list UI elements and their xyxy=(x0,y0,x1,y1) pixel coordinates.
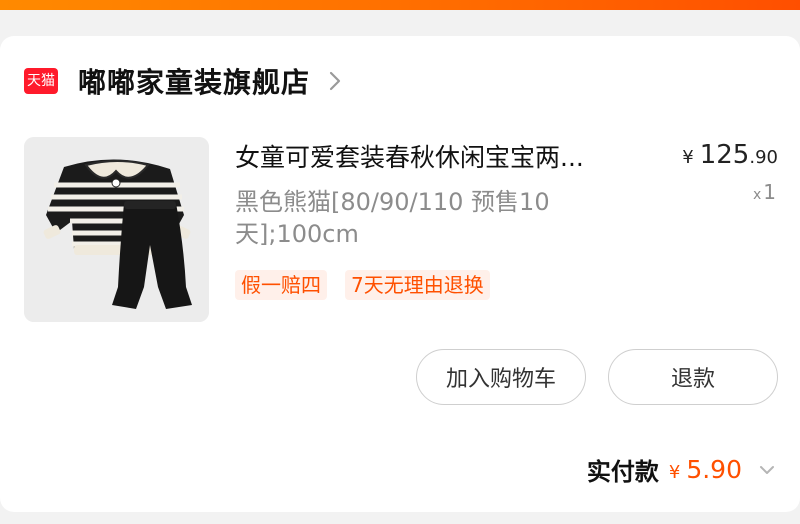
tmall-badge-icon: 天猫 xyxy=(24,68,58,94)
add-to-cart-button[interactable]: 加入购物车 xyxy=(416,349,586,405)
price-currency: ¥ xyxy=(682,147,694,168)
paid-label: 实付款 xyxy=(586,458,659,486)
paid-amount: ¥5.90 xyxy=(669,455,742,484)
price-integer: 125 xyxy=(699,140,750,170)
product-spec: 黑色熊猫[80/90/110 预售10天];100cm xyxy=(235,188,550,248)
chevron-right-icon[interactable] xyxy=(328,70,342,92)
product-price: ¥125.90 xyxy=(682,140,778,170)
price-decimal: .90 xyxy=(749,147,778,168)
product-image[interactable] xyxy=(24,137,209,322)
quantity-prefix: x xyxy=(752,187,762,203)
tmall-badge-text: 天猫 xyxy=(27,73,55,89)
refund-button[interactable]: 退款 xyxy=(608,349,778,405)
chevron-down-icon[interactable] xyxy=(758,464,776,476)
top-accent-strip xyxy=(0,0,800,10)
paid-decimal: .90 xyxy=(702,455,742,484)
paid-summary[interactable]: 实付款 ¥5.90 xyxy=(587,452,776,487)
paid-integer: 5 xyxy=(686,455,703,484)
service-tags: 假一赔四 7天无理由退换 xyxy=(235,270,490,300)
quantity-value: 1 xyxy=(763,180,776,204)
tag-7day-return: 7天无理由退换 xyxy=(345,270,490,300)
store-name[interactable]: 嘟嘟家童装旗舰店 xyxy=(78,61,310,101)
product-quantity: x1 xyxy=(753,180,776,204)
product-title[interactable]: 女童可爱套装春秋休闲宝宝两... xyxy=(235,138,655,174)
tag-counterfeit-guarantee: 假一赔四 xyxy=(235,270,327,300)
store-header[interactable]: 天猫 嘟嘟家童装旗舰店 xyxy=(24,62,342,100)
paid-currency: ¥ xyxy=(668,462,681,483)
